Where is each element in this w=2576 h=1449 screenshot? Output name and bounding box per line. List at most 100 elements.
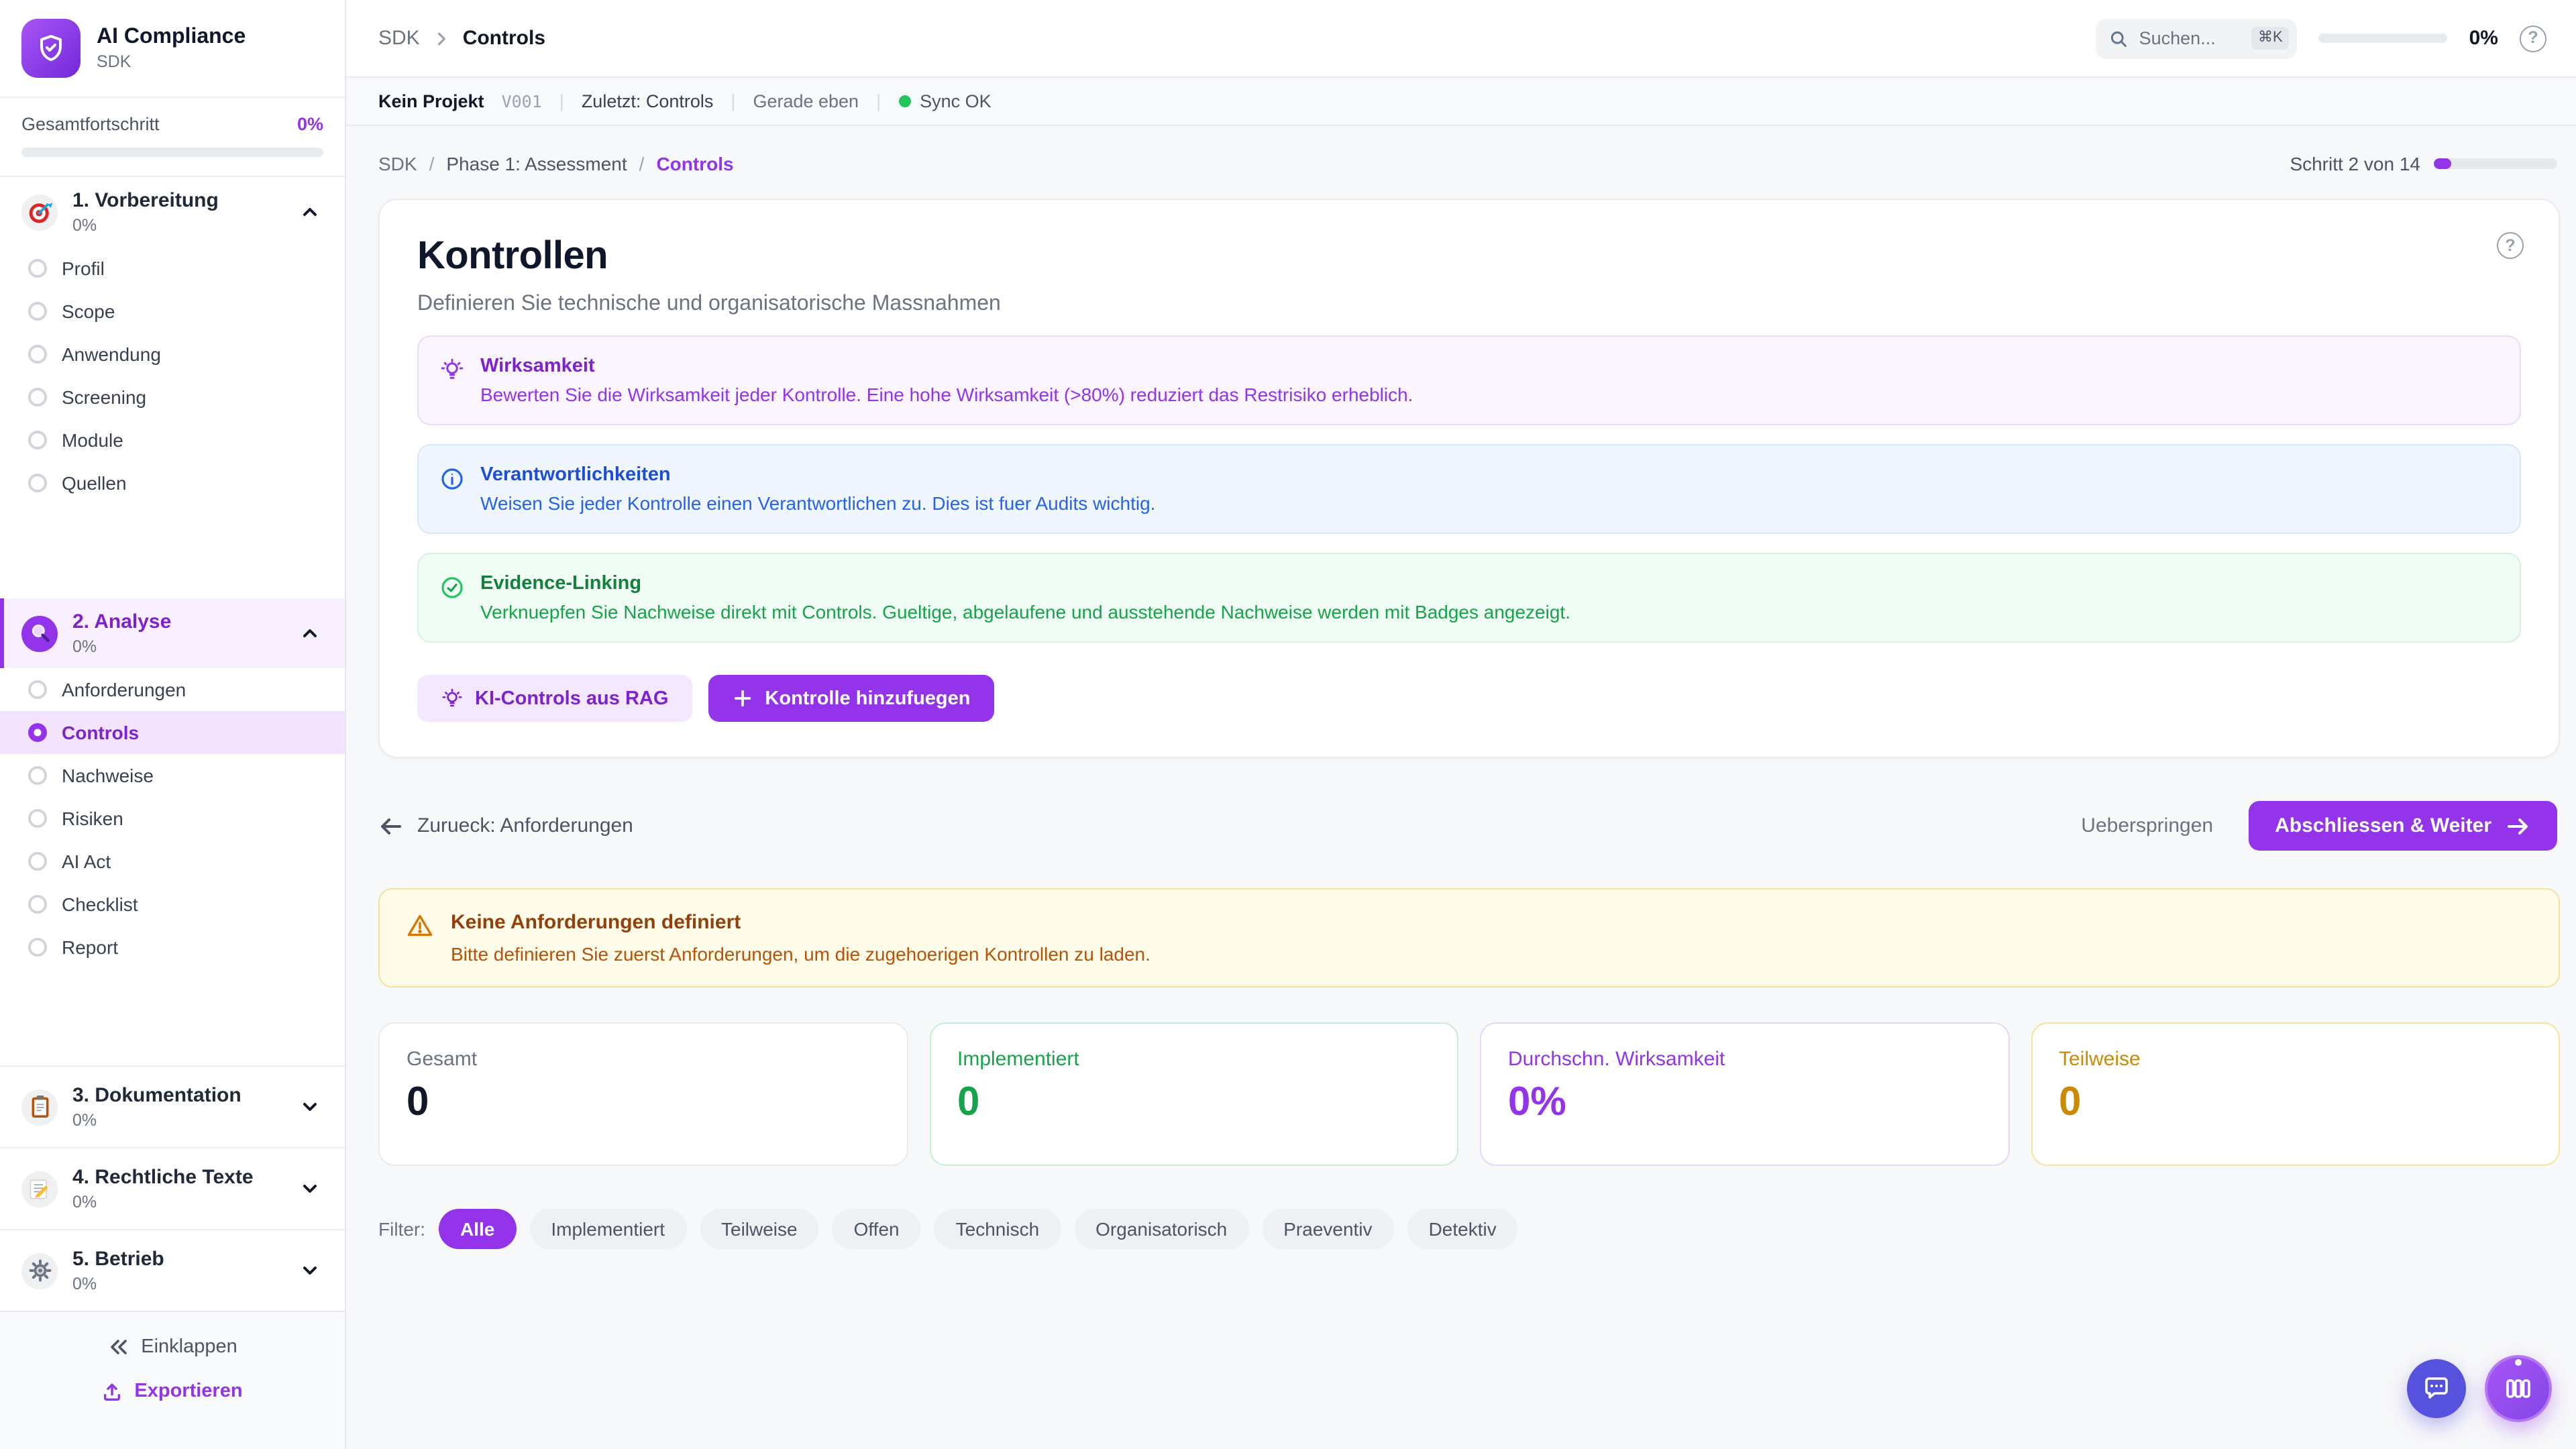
page-subtitle: Definieren Sie technische und organisato… xyxy=(417,292,2521,317)
section-percent: 0% xyxy=(72,1193,284,1212)
tip-verantwortlichkeiten: Verantwortlichkeiten Weisen Sie jeder Ko… xyxy=(417,444,2521,534)
floating-buttons xyxy=(2407,1355,2552,1422)
tip-title: Evidence-Linking xyxy=(480,573,1570,594)
sidebar-item-label: Quellen xyxy=(62,472,127,494)
sidebar-item-module[interactable]: Module xyxy=(0,419,345,462)
filter-chip-technisch[interactable]: Technisch xyxy=(934,1209,1061,1249)
back-link[interactable]: Zurueck: Anforderungen xyxy=(378,814,633,837)
finish-next-label: Abschliessen & Weiter xyxy=(2275,814,2491,837)
page-content: SDK / Phase 1: Assessment / Controls Sch… xyxy=(346,126,2576,1449)
overall-progress-label: Gesamtfortschritt xyxy=(21,114,160,134)
plus-icon xyxy=(733,688,753,708)
finish-next-button[interactable]: Abschliessen & Weiter xyxy=(2248,801,2557,851)
collapse-sidebar-button[interactable]: Einklappen xyxy=(21,1336,323,1358)
sidebar-item-label: AI Act xyxy=(62,851,111,872)
chevron-up-icon xyxy=(299,201,321,223)
help-icon[interactable]: ? xyxy=(2520,25,2546,52)
breadcrumb-sdk[interactable]: SDK xyxy=(378,153,417,174)
stat-label: Implementiert xyxy=(957,1048,1430,1071)
stats-row: Gesamt 0 Implementiert 0 Durchschn. Wirk… xyxy=(378,1022,2560,1166)
sidebar-item-scope[interactable]: Scope xyxy=(0,290,345,333)
filter-chip-teilweise[interactable]: Teilweise xyxy=(700,1209,819,1249)
wizard-nav-row: Zurueck: Anforderungen Ueberspringen Abs… xyxy=(378,801,2560,851)
card-actions: KI-Controls aus RAG Kontrolle hinzufuege… xyxy=(417,675,2521,722)
stat-label: Gesamt xyxy=(407,1048,879,1071)
export-label: Exportieren xyxy=(134,1381,242,1402)
skip-button[interactable]: Ueberspringen xyxy=(2081,814,2213,837)
sidebar-item-profil[interactable]: Profil xyxy=(0,247,345,290)
top-bar: SDK Controls Suchen... ⌘K 0% ? xyxy=(346,0,2576,78)
kanban-columns-icon xyxy=(2504,1374,2533,1403)
sidebar-item-risiken[interactable]: Risiken xyxy=(0,797,345,840)
breadcrumb-phase[interactable]: Phase 1: Assessment xyxy=(446,153,627,174)
sidebar-section-dokumentation[interactable]: 3. Dokumentation 0% xyxy=(0,1065,345,1147)
search-input[interactable]: Suchen... ⌘K xyxy=(2096,18,2298,58)
collapse-label: Einklappen xyxy=(141,1336,237,1358)
tip-text: Verknuepfen Sie Nachweise direkt mit Con… xyxy=(480,601,1570,623)
filter-chip-detektiv[interactable]: Detektiv xyxy=(1407,1209,1518,1249)
sidebar-item-label: Anwendung xyxy=(62,343,161,365)
chevron-up-icon xyxy=(299,623,321,644)
sidebar-section-vorbereitung[interactable]: 1. Vorbereitung 0% xyxy=(0,177,345,247)
sidebar-section-rechtliche-texte[interactable]: 4. Rechtliche Texte 0% xyxy=(0,1147,345,1229)
step-progress-bar xyxy=(2434,158,2557,169)
collapse-icon xyxy=(107,1336,129,1358)
sidebar-item-anwendung[interactable]: Anwendung xyxy=(0,333,345,376)
check-circle-icon xyxy=(440,576,464,600)
tip-evidence-linking: Evidence-Linking Verknuepfen Sie Nachwei… xyxy=(417,553,2521,643)
radio-icon xyxy=(28,388,47,407)
chevron-down-icon xyxy=(299,1260,321,1281)
app-subtitle: SDK xyxy=(97,52,246,71)
sidebar-item-controls[interactable]: Controls xyxy=(0,711,345,754)
kanban-fab-button[interactable] xyxy=(2485,1355,2552,1422)
radio-icon xyxy=(28,302,47,321)
upload-icon xyxy=(102,1381,122,1401)
section-title: 3. Dokumentation xyxy=(72,1084,241,1107)
breadcrumb-root[interactable]: SDK xyxy=(378,27,420,50)
sidebar-section-analyse[interactable]: 2. Analyse 0% xyxy=(0,598,345,668)
export-button[interactable]: Exportieren xyxy=(21,1381,323,1402)
filter-chip-organisatorisch[interactable]: Organisatorisch xyxy=(1074,1209,1248,1249)
sidebar-item-screening[interactable]: Screening xyxy=(0,376,345,419)
search-placeholder: Suchen... xyxy=(2139,28,2241,48)
magnifier-icon xyxy=(21,615,58,651)
help-icon[interactable]: ? xyxy=(2497,232,2524,259)
section-percent: 0% xyxy=(72,1111,284,1130)
arrow-left-icon xyxy=(378,816,402,835)
notch-dot-icon xyxy=(2515,1359,2522,1366)
ki-controls-rag-button[interactable]: KI-Controls aus RAG xyxy=(417,675,692,722)
top-breadcrumb: SDK Controls xyxy=(378,27,545,50)
filter-chip-offen[interactable]: Offen xyxy=(833,1209,921,1249)
sidebar-item-quellen[interactable]: Quellen xyxy=(0,462,345,504)
filter-chip-praeventiv[interactable]: Praeventiv xyxy=(1262,1209,1393,1249)
stat-value: 0 xyxy=(407,1080,879,1124)
filter-chip-alle[interactable]: Alle xyxy=(439,1209,516,1249)
sidebar-item-label: Nachweise xyxy=(62,765,154,786)
sidebar-section-betrieb[interactable]: 5. Betrieb 0% xyxy=(0,1229,345,1311)
filter-row: Filter: Alle Implementiert Teilweise Off… xyxy=(378,1209,2560,1249)
chat-fab-button[interactable] xyxy=(2407,1359,2466,1418)
radio-icon xyxy=(28,852,47,871)
sync-ok-dot-icon xyxy=(898,95,910,107)
radio-icon xyxy=(28,345,47,364)
sidebar-item-ai-act[interactable]: AI Act xyxy=(0,840,345,883)
version-badge: V001 xyxy=(502,91,542,111)
radio-icon xyxy=(28,474,47,492)
sidebar-item-report[interactable]: Report xyxy=(0,926,345,969)
sidebar-item-checklist[interactable]: Checklist xyxy=(0,883,345,926)
add-control-button[interactable]: Kontrolle hinzufuegen xyxy=(708,675,994,722)
sidebar-item-nachweise[interactable]: Nachweise xyxy=(0,754,345,797)
last-visited: Zuletzt: Controls xyxy=(582,91,714,111)
tip-text: Weisen Sie jeder Kontrolle einen Verantw… xyxy=(480,492,1155,514)
filter-chip-implementiert[interactable]: Implementiert xyxy=(529,1209,686,1249)
tip-title: Wirksamkeit xyxy=(480,356,1413,377)
chat-bubble-icon xyxy=(2422,1374,2451,1403)
radio-icon xyxy=(28,809,47,828)
stat-card-gesamt: Gesamt 0 xyxy=(378,1022,908,1166)
stat-value: 0 xyxy=(2059,1080,2532,1124)
radio-icon xyxy=(28,938,47,957)
ki-controls-label: KI-Controls aus RAG xyxy=(475,688,668,709)
sidebar-item-anforderungen[interactable]: Anforderungen xyxy=(0,668,345,711)
chevron-right-icon xyxy=(432,29,451,48)
status-bar: Kein Projekt V001 | Zuletzt: Controls | … xyxy=(346,78,2576,126)
